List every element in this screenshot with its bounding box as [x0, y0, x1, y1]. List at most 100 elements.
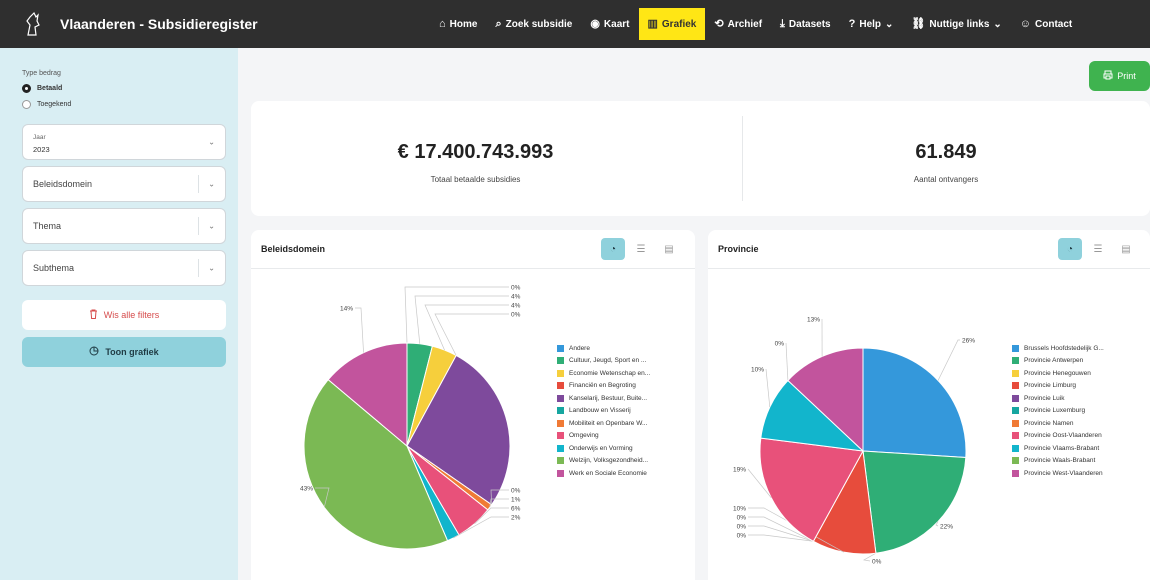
legend-swatch	[557, 394, 564, 402]
pie-slice[interactable]	[862, 450, 967, 554]
pie-data-label: 22%	[940, 524, 953, 531]
bar-view-icon[interactable]: ☰	[629, 238, 653, 260]
nav-nuttige-links[interactable]: ⛓ Nuttige links ⌄	[902, 8, 1010, 40]
nav-label: Archief	[727, 18, 763, 30]
nav-datasets[interactable]: ⤓ Datasets	[771, 8, 840, 40]
app-title[interactable]: Vlaanderen - Subsidieregister	[60, 16, 258, 32]
legend-item[interactable]: Landbouw en Visserij	[557, 405, 650, 418]
panel-divider	[251, 268, 695, 269]
policy-domain-panel: Beleidsdomein ◔ ☰ ▤ 0% 4% 4% 0% 0% 1% 6% 2% 43% 1…	[251, 230, 695, 580]
select-separator	[198, 217, 199, 235]
legend-label: Landbouw en Visserij	[569, 407, 631, 415]
total-paid-stat: € 17.400.743.993 Totaal betaalde subsidi…	[251, 101, 700, 216]
policy-domain-legend: Andere Cultuur, Jeugd, Sport en ... Econom…	[557, 342, 650, 480]
legend-item[interactable]: Provincie Antwerpen	[1012, 355, 1104, 368]
policy-domain-select[interactable]: Beleidsdomein ⌄	[22, 166, 226, 202]
legend-swatch	[1012, 419, 1019, 427]
subtheme-select[interactable]: Subthema ⌄	[22, 250, 226, 286]
legend-swatch	[557, 382, 564, 390]
radio-selected-icon[interactable]	[22, 84, 31, 93]
radio-unselected-icon[interactable]	[22, 100, 31, 109]
pie-view-icon[interactable]: ◔	[601, 238, 625, 260]
legend-label: Financiën en Begroting	[569, 382, 636, 390]
year-select[interactable]: Jaar 2023 ⌄	[22, 124, 226, 160]
link-icon: ⛓	[911, 17, 926, 30]
legend-item[interactable]: Provincie Luxemburg	[1012, 405, 1104, 418]
print-button[interactable]: Print	[1089, 61, 1150, 91]
legend-item[interactable]: Welzijn, Volksgezondheid...	[557, 455, 650, 468]
legend-label: Brussels Hoofdstedelijk G...	[1024, 344, 1104, 352]
policy-domain-placeholder: Beleidsdomein	[33, 179, 93, 189]
legend-item[interactable]: Omgeving	[557, 430, 650, 443]
search-icon: ⌕	[495, 17, 502, 30]
pie-slice[interactable]	[862, 347, 967, 458]
nav-grafiek[interactable]: ▥ Grafiek	[638, 8, 706, 40]
legend-item[interactable]: Provincie Vlaams-Brabant	[1012, 442, 1104, 455]
radio-granted[interactable]: Toegekend	[22, 100, 71, 109]
radio-paid[interactable]: Betaald	[22, 84, 62, 93]
map-pin-icon: ◉	[590, 17, 600, 30]
nav-label: Zoek subsidie	[505, 18, 573, 30]
clear-filters-button[interactable]: Wis alle filters	[22, 300, 226, 330]
legend-item[interactable]: Financiën en Begroting	[557, 380, 650, 393]
legend-label: Cultuur, Jeugd, Sport en ...	[569, 357, 647, 365]
pie-label-leader	[404, 286, 509, 344]
legend-item[interactable]: Werk en Sociale Economie	[557, 467, 650, 480]
nav-label: Help	[859, 18, 882, 30]
legend-item[interactable]: Provincie Limburg	[1012, 380, 1104, 393]
legend-item[interactable]: Mobiliteit en Openbare W...	[557, 417, 650, 430]
pie-data-label: 10%	[733, 506, 746, 513]
legend-swatch	[1012, 444, 1019, 452]
legend-item[interactable]: Provincie West-Vlaanderen	[1012, 467, 1104, 480]
pie-data-label: 13%	[807, 317, 820, 324]
nav-label: Contact	[1035, 18, 1073, 30]
legend-item[interactable]: Brussels Hoofdstedelijk G...	[1012, 342, 1104, 355]
legend-item[interactable]: Economie Wetenschap en...	[557, 367, 650, 380]
flemish-lion-logo-icon[interactable]	[22, 9, 44, 39]
legend-label: Provincie Vlaams-Brabant	[1024, 444, 1100, 452]
legend-swatch	[557, 344, 564, 352]
table-view-icon[interactable]: ▤	[657, 238, 681, 260]
nav-help[interactable]: ? Help ⌄	[840, 8, 903, 40]
legend-item[interactable]: Provincie Luik	[1012, 392, 1104, 405]
legend-item[interactable]: Provincie Oost-Vlaanderen	[1012, 430, 1104, 443]
legend-item[interactable]: Provincie Namen	[1012, 417, 1104, 430]
legend-item[interactable]: Onderwijs en Vorming	[557, 442, 650, 455]
legend-item[interactable]: Andere	[557, 342, 650, 355]
summary-card: € 17.400.743.993 Totaal betaalde subsidi…	[251, 101, 1150, 216]
nav-zoek-subsidie[interactable]: ⌕ Zoek subsidie	[486, 8, 581, 40]
chevron-down-icon: ⌄	[208, 221, 215, 231]
legend-label: Kanselarij, Bestuur, Buite...	[569, 394, 648, 402]
bar-view-icon[interactable]: ☰	[1086, 238, 1110, 260]
pie-data-label: 19%	[733, 467, 746, 474]
legend-label: Provincie Antwerpen	[1024, 357, 1084, 365]
theme-select[interactable]: Thema ⌄	[22, 208, 226, 244]
legend-swatch	[557, 432, 564, 440]
legend-swatch	[557, 457, 564, 465]
trash-icon	[89, 309, 98, 321]
history-icon: ⟲	[714, 17, 724, 30]
user-icon: ☺	[1019, 17, 1032, 30]
nav-contact[interactable]: ☺ Contact	[1011, 8, 1081, 40]
nav-archief[interactable]: ⟲ Archief	[705, 8, 771, 40]
nav-home[interactable]: ⌂ Home	[430, 8, 486, 40]
nav-kaart[interactable]: ◉ Kaart	[581, 8, 638, 40]
pie-data-label: 0%	[737, 524, 747, 531]
legend-label: Provincie Oost-Vlaanderen	[1024, 432, 1102, 440]
recipients-value: 61.849	[915, 141, 977, 163]
legend-item[interactable]: Cultuur, Jeugd, Sport en ...	[557, 355, 650, 368]
legend-item[interactable]: Provincie Henegouwen	[1012, 367, 1104, 380]
chart-view-toggle: ◔ ☰ ▤	[1058, 238, 1138, 260]
pie-data-label: 2%	[511, 515, 521, 522]
legend-item[interactable]: Provincie Waals-Brabant	[1012, 455, 1104, 468]
pie-data-label: 4%	[511, 303, 521, 310]
pie-view-icon[interactable]: ◔	[1058, 238, 1082, 260]
pie-data-label: 1%	[511, 497, 521, 504]
show-chart-button[interactable]: Toon grafiek	[22, 337, 226, 367]
legend-swatch	[1012, 432, 1019, 440]
legend-item[interactable]: Kanselarij, Bestuur, Buite...	[557, 392, 650, 405]
radio-paid-label: Betaald	[37, 85, 63, 92]
table-view-icon[interactable]: ▤	[1114, 238, 1138, 260]
legend-swatch	[557, 469, 564, 477]
legend-label: Provincie Namen	[1024, 419, 1074, 427]
